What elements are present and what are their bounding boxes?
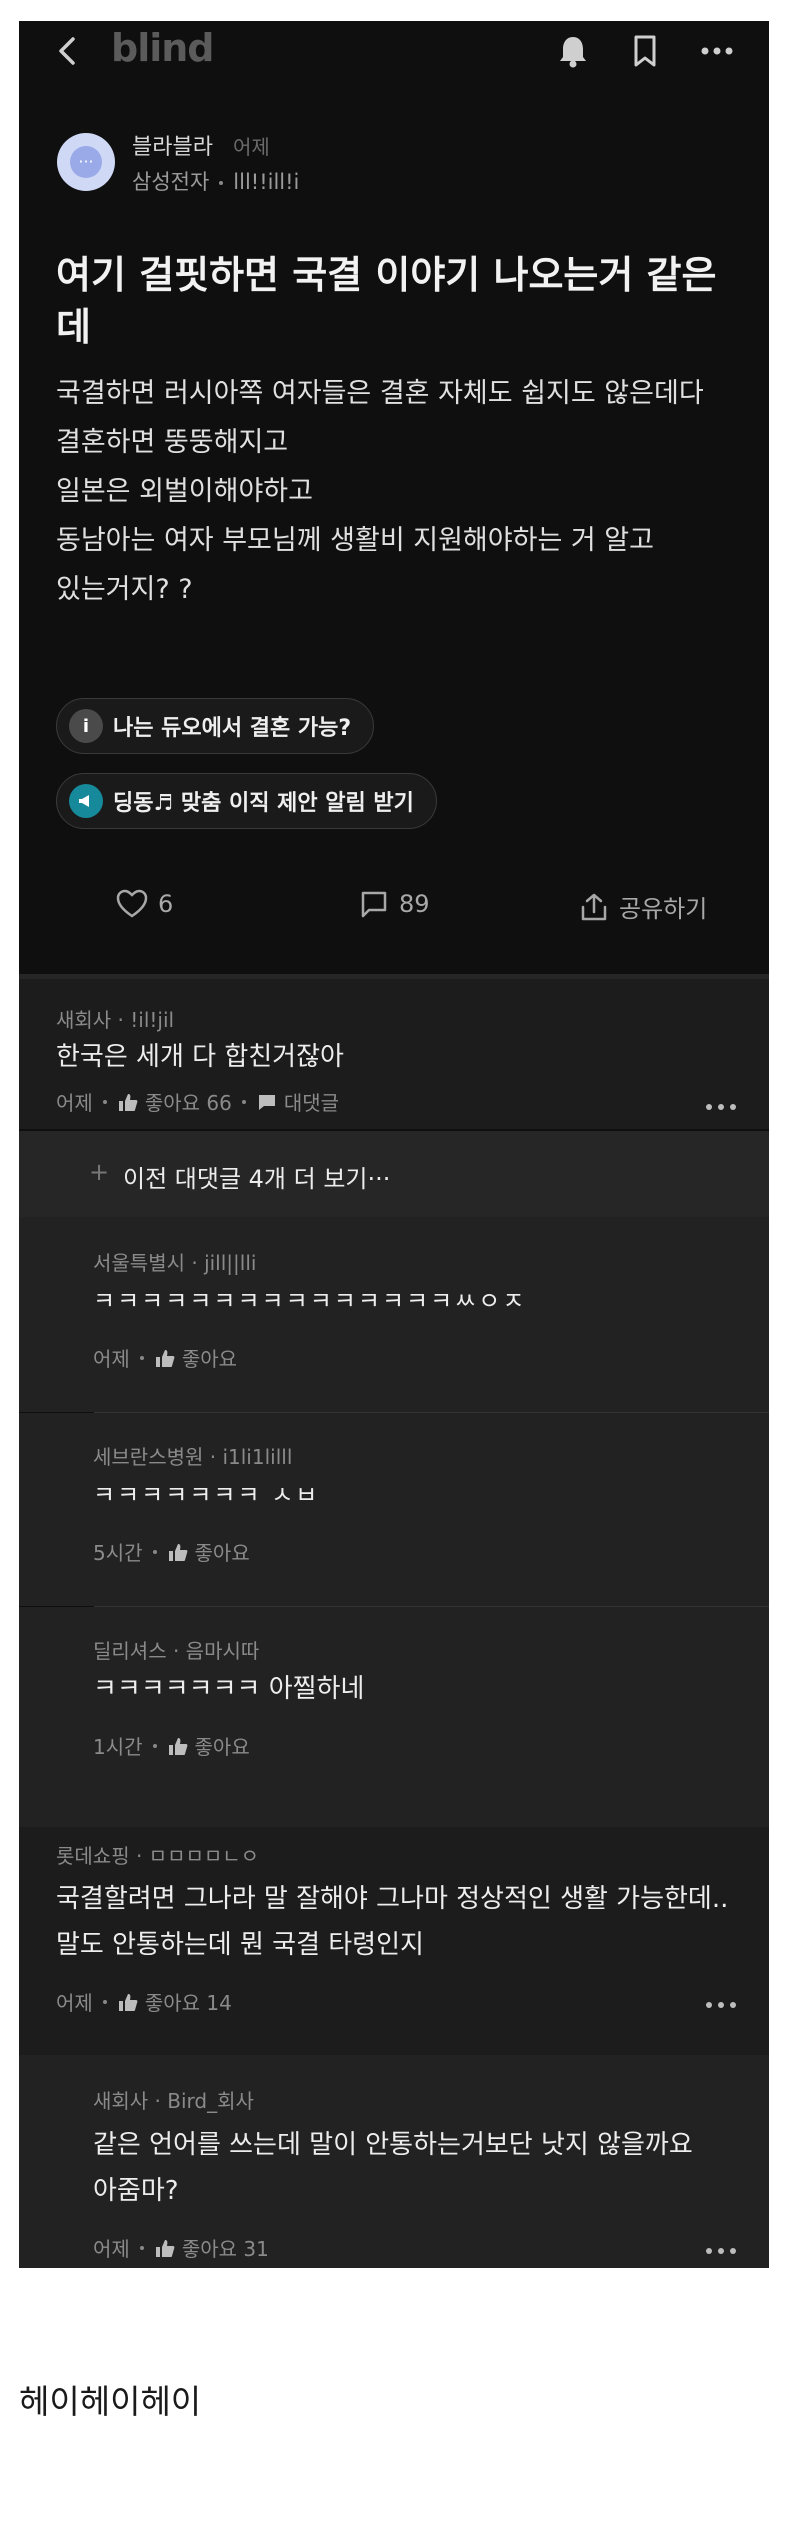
post-body-line: 국결하면 러시아쪽 여자들은 결혼 자체도 쉽지도 않은데다 bbox=[56, 378, 704, 409]
job-alert-chip[interactable]: 딩동♬ 맞춤 이직 제안 알림 받기 bbox=[56, 773, 437, 829]
reply-time: 어제 bbox=[93, 1347, 130, 1371]
reply-footer: 1시간 좋아요 bbox=[93, 1731, 250, 1760]
reply-comment: 세브란스병원 · i1li1lilll ㅋㅋㅋㅋㅋㅋㅋ ㅅㅂ 5시간 좋아요 bbox=[19, 1413, 769, 1606]
separator-dot bbox=[139, 2245, 144, 2250]
chip-label: 딩동♬ 맞춤 이직 제안 알림 받기 bbox=[113, 791, 414, 816]
more-icon[interactable] bbox=[695, 29, 739, 73]
like-label[interactable]: 좋아요 bbox=[195, 1731, 250, 1760]
post-title: 여기 걸핏하면 국결 이야기 나오는거 같은데 bbox=[56, 253, 717, 349]
reply-text-line: 같은 언어를 쓰는데 말이 안통하는거보단 낫지 않을까요 bbox=[93, 2130, 693, 2160]
app-screen: blind ··· 블라블라 어제 삼성전자 lll!!ill!i 여기 걸핏하면… bbox=[19, 21, 769, 2268]
reply-text: ㅋㅋㅋㅋㅋㅋㅋㅋㅋㅋㅋㅋㅋㅋㅋㅆㅇㅈ bbox=[93, 1287, 527, 1315]
reply-comment: 딜리셔스 · 음마시따 ㅋㅋㅋㅋㅋㅋㅋ 아찔하네 1시간 좋아요 bbox=[19, 1607, 769, 1847]
comment-count: 89 bbox=[399, 890, 430, 918]
like-label[interactable]: 좋아요 66 bbox=[145, 1087, 232, 1116]
post-author[interactable]: 블라블라 bbox=[132, 129, 213, 161]
post-body-line: 동남아는 여자 부모님께 생활비 지원해야하는 거 알고 bbox=[56, 525, 654, 556]
prev-replies-button[interactable]: + 이전 대댓글 4개 더 보기··· bbox=[19, 1131, 769, 1217]
reply-bubble-icon[interactable] bbox=[256, 1091, 278, 1113]
comment-footer: 어제 좋아요 14 bbox=[56, 1987, 232, 2016]
comment-text-line: 국결할려면 그나라 말 잘해야 그나마 정상적인 생활 가능한데.. bbox=[56, 1884, 729, 1914]
bell-icon[interactable] bbox=[551, 29, 595, 73]
comment-time: 어제 bbox=[56, 1991, 93, 2015]
thumbs-up-icon[interactable] bbox=[154, 1347, 176, 1369]
top-bar: blind bbox=[19, 21, 769, 79]
reply-time: 어제 bbox=[93, 2237, 130, 2261]
post-company: 삼성전자 lll!!ill!i bbox=[132, 166, 299, 196]
thumbs-up-icon[interactable] bbox=[117, 1091, 139, 1113]
reply-more-icon[interactable] bbox=[703, 2245, 739, 2257]
like-count: 6 bbox=[158, 890, 174, 918]
blind-logo[interactable]: blind bbox=[111, 26, 215, 70]
post-body: 국결하면 러시아쪽 여자들은 결혼 자체도 쉽지도 않은데다 결혼하면 뚱뚱해지… bbox=[56, 369, 746, 614]
reply-footer: 어제 좋아요 bbox=[93, 1343, 237, 1372]
info-icon: i bbox=[69, 709, 103, 743]
comment: 새회사 · !il!jil 한국은 세개 다 합친거잖아 어제 좋아요 66 대… bbox=[19, 979, 769, 1129]
comment-text-line: 말도 안통하는데 뭔 국결 타령인지 bbox=[56, 1930, 424, 1960]
bookmark-icon[interactable] bbox=[623, 29, 667, 73]
reply-meta: 서울특별시 · jill||lli bbox=[93, 1251, 257, 1275]
reply-meta: 세브란스병원 · i1li1lilll bbox=[93, 1445, 293, 1469]
reply-footer: 어제 좋아요 31 bbox=[93, 2233, 269, 2262]
comment-time: 어제 bbox=[56, 1091, 93, 1115]
plus-icon: + bbox=[89, 1158, 110, 1186]
share-icon bbox=[581, 893, 607, 920]
post-time: 어제 bbox=[233, 135, 270, 159]
reply-text: ㅋㅋㅋㅋㅋㅋㅋ 아찔하네 bbox=[93, 1674, 365, 1704]
reply-footer: 5시간 좋아요 bbox=[93, 1537, 250, 1566]
like-button[interactable]: 6 bbox=[116, 889, 173, 919]
reply-comment: 새회사 · Bird_회사 같은 언어를 쓰는데 말이 안통하는거보단 낫지 않… bbox=[19, 2055, 769, 2268]
comment: 롯데쇼핑 · ㅁㅁㅁㅁㄴㅇ 국결할려면 그나라 말 잘해야 그나마 정상적인 생… bbox=[19, 1827, 769, 2055]
back-arrow-icon[interactable] bbox=[49, 31, 89, 71]
thumbs-up-icon[interactable] bbox=[167, 1541, 189, 1563]
share-button[interactable]: 공유하기 bbox=[579, 889, 707, 924]
thumbs-up-icon[interactable] bbox=[167, 1735, 189, 1757]
separator-dot bbox=[241, 1099, 246, 1104]
chat-bubble-icon: ··· bbox=[70, 146, 102, 178]
megaphone-icon bbox=[69, 784, 103, 818]
like-label[interactable]: 좋아요 31 bbox=[182, 2233, 269, 2262]
author-handle: lll!!ill!i bbox=[233, 170, 300, 194]
prev-replies-label: 이전 대댓글 4개 더 보기··· bbox=[123, 1165, 391, 1193]
like-label[interactable]: 좋아요 14 bbox=[145, 1987, 232, 2016]
post-actions: 6 89 공유하기 bbox=[19, 879, 769, 941]
avatar[interactable]: ··· bbox=[57, 133, 115, 191]
thumbs-up-icon[interactable] bbox=[154, 2237, 176, 2259]
comment-meta: 롯데쇼핑 · ㅁㅁㅁㅁㄴㅇ bbox=[56, 1844, 260, 1868]
reply-text-line: 아줌마? bbox=[93, 2176, 179, 2206]
chip-label: 나는 듀오에서 결혼 가능? bbox=[113, 716, 352, 741]
reply-label[interactable]: 대댓글 bbox=[284, 1087, 339, 1116]
comment-text: 한국은 세개 다 합친거잖아 bbox=[56, 1042, 344, 1072]
share-label: 공유하기 bbox=[619, 895, 708, 923]
separator-dot bbox=[152, 1549, 157, 1554]
post-body-line: 일본은 외벌이해야하고 bbox=[56, 476, 313, 507]
heart-icon bbox=[116, 889, 148, 918]
separator-dot bbox=[102, 1099, 107, 1104]
reply-meta: 딜리셔스 · 음마시따 bbox=[93, 1639, 260, 1663]
like-label[interactable]: 좋아요 bbox=[182, 1343, 237, 1372]
comment-footer: 어제 좋아요 66 대댓글 bbox=[56, 1087, 339, 1116]
duo-marriage-chip[interactable]: i 나는 듀오에서 결혼 가능? bbox=[56, 698, 375, 754]
separator-dot bbox=[102, 1999, 107, 2004]
reply-text: ㅋㅋㅋㅋㅋㅋㅋ ㅅㅂ bbox=[93, 1481, 320, 1509]
thumbs-up-icon[interactable] bbox=[117, 1991, 139, 2013]
comment-meta: 새회사 · !il!jil bbox=[56, 1008, 175, 1032]
post-body-line: 결혼하면 뚱뚱해지고 bbox=[56, 427, 289, 458]
comment-icon bbox=[361, 891, 387, 918]
comment-more-icon[interactable] bbox=[703, 1101, 739, 1113]
separator-dot bbox=[219, 181, 224, 185]
reply-meta: 새회사 · Bird_회사 bbox=[93, 2089, 254, 2113]
comment-more-icon[interactable] bbox=[703, 1999, 739, 2011]
separator-dot bbox=[139, 1355, 144, 1360]
top-actions bbox=[551, 29, 739, 73]
separator-dot bbox=[152, 1743, 157, 1748]
like-label[interactable]: 좋아요 bbox=[195, 1537, 250, 1566]
comment-button[interactable]: 89 bbox=[359, 889, 430, 919]
reply-time: 5시간 bbox=[93, 1541, 143, 1565]
reply-comment: 서울특별시 · jill||lli ㅋㅋㅋㅋㅋㅋㅋㅋㅋㅋㅋㅋㅋㅋㅋㅆㅇㅈ 어제 … bbox=[19, 1217, 769, 1412]
post-body-line: 있는거지? ? bbox=[56, 574, 193, 605]
reply-time: 1시간 bbox=[93, 1735, 143, 1759]
company-name: 삼성전자 bbox=[132, 170, 210, 194]
caption-text: 헤이헤이헤이 bbox=[19, 2382, 202, 2421]
